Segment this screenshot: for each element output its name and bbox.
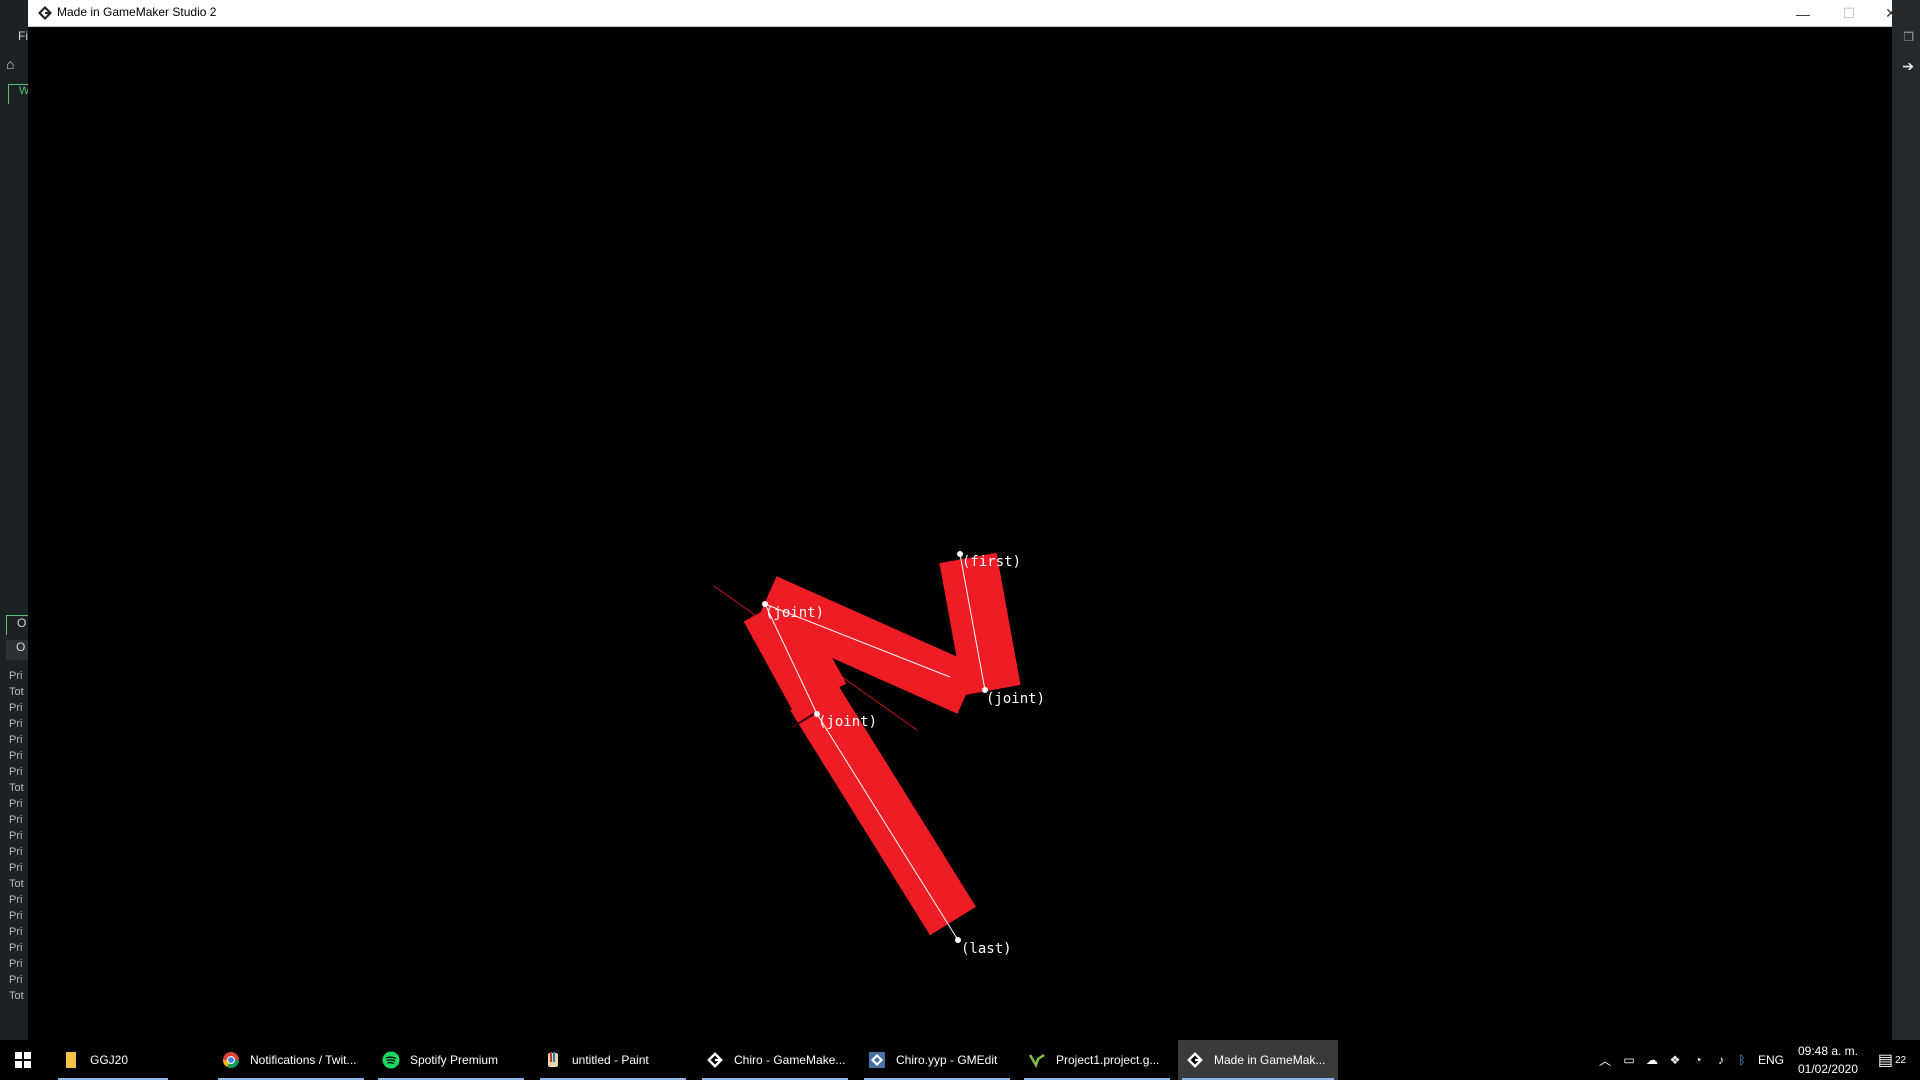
arrow-icon: ➔ bbox=[1902, 58, 1914, 74]
start-button[interactable] bbox=[0, 1040, 46, 1080]
minimize-button[interactable]: — bbox=[1780, 0, 1826, 27]
taskbar-item-label: untitled - Paint bbox=[572, 1053, 649, 1067]
log-line: Pri bbox=[9, 942, 23, 954]
taskbar-clock[interactable]: 09:48 a. m. 01/02/2020 bbox=[1788, 1042, 1868, 1078]
log-line: Pri bbox=[9, 718, 23, 730]
log-line: Pri bbox=[9, 670, 23, 682]
output-subtab-fragment: O bbox=[6, 640, 28, 660]
log-line: Pri bbox=[9, 974, 23, 986]
gamemaker-icon bbox=[38, 6, 52, 20]
log-line: Pri bbox=[9, 750, 23, 762]
spotify-icon bbox=[382, 1051, 400, 1069]
taskbar-item-label: Chiro - GameMake... bbox=[734, 1053, 846, 1067]
taskbar: GGJ20 Notifications / Twit... Spotify Pr… bbox=[0, 1040, 1920, 1080]
maximize-button[interactable]: ☐ bbox=[1826, 0, 1872, 27]
taskbar-item-label: Made in GameMak... bbox=[1214, 1053, 1326, 1067]
workspace-tab-fragment: W bbox=[8, 84, 29, 104]
minimize-icon: — bbox=[1796, 5, 1810, 22]
taskbar-item-gamemaker[interactable]: Chiro - GameMake... bbox=[698, 1040, 852, 1080]
taskbar-item-label: Notifications / Twit... bbox=[250, 1053, 357, 1067]
output-tab-fragment: O bbox=[6, 615, 28, 635]
log-line: Pri bbox=[9, 798, 23, 810]
taskbar-item-label: Project1.project.g... bbox=[1056, 1053, 1160, 1067]
log-line: Tot bbox=[9, 990, 24, 1002]
taskbar-item-spotify[interactable]: Spotify Premium bbox=[374, 1040, 528, 1080]
log-line: Pri bbox=[9, 702, 23, 714]
label-first: (first) bbox=[962, 554, 1021, 570]
language-indicator[interactable]: ENG bbox=[1752, 1040, 1790, 1080]
label-last: (last) bbox=[961, 941, 1012, 957]
windows-icon bbox=[15, 1052, 31, 1068]
show-hidden-icons-button[interactable]: ︿ bbox=[1594, 1040, 1616, 1080]
window-titlebar[interactable]: Made in GameMaker Studio 2 — ☐ ✕ bbox=[28, 0, 1897, 27]
taskbar-item-label: Chiro.yyp - GMEdit bbox=[896, 1053, 998, 1067]
log-line: Pri bbox=[9, 910, 23, 922]
label-joint-1: (joint) bbox=[765, 605, 824, 621]
network-icon[interactable]: ◔ bbox=[1687, 1040, 1709, 1080]
chevron-up-icon: ︿ bbox=[1598, 1053, 1611, 1068]
chrome-icon bbox=[222, 1052, 240, 1069]
log-line: Pri bbox=[9, 862, 23, 874]
log-line: Pri bbox=[9, 814, 23, 826]
taskbar-item-chrome[interactable]: Notifications / Twit... bbox=[214, 1040, 368, 1080]
menu-fragment: Fi bbox=[18, 29, 28, 43]
taskbar-item-project[interactable]: Project1.project.g... bbox=[1020, 1040, 1174, 1080]
window-title: Made in GameMaker Studio 2 bbox=[57, 5, 217, 19]
taskbar-item-label: GGJ20 bbox=[90, 1053, 129, 1067]
gmedit-icon bbox=[869, 1052, 885, 1068]
gamemaker-icon bbox=[1187, 1052, 1203, 1068]
taskbar-item-gmedit[interactable]: Chiro.yyp - GMEdit bbox=[860, 1040, 1014, 1080]
maximize-icon: ☐ bbox=[1842, 5, 1856, 21]
output-log-fragments: Pri Tot Pri Pri Pri Pri Pri Tot Pri Pri Pri Pri Pri T… bbox=[9, 668, 28, 1004]
restore-icon: ❐ bbox=[1903, 30, 1914, 44]
notification-icon: ▤ bbox=[1877, 1052, 1893, 1069]
log-line: Pri bbox=[9, 894, 23, 906]
ik-chain-drawing: (first) (joint) (joint) (joint) (last) bbox=[713, 551, 1045, 957]
log-line: Tot bbox=[9, 878, 24, 890]
bone-line-4 bbox=[816, 713, 959, 941]
clock-date: 01/02/2020 bbox=[1797, 1062, 1859, 1076]
label-joint-3: (joint) bbox=[818, 714, 877, 730]
label-joint-2: (joint) bbox=[986, 691, 1045, 707]
taskbar-item-paint[interactable]: untitled - Paint bbox=[536, 1040, 690, 1080]
background-ide-right-edge: ❐ ➔ bbox=[1892, 0, 1920, 1040]
dropbox-icon[interactable]: ❖ bbox=[1664, 1040, 1686, 1080]
log-line: Tot bbox=[9, 686, 24, 698]
background-ide-left-edge: Fi ⌂ W O O Pri Tot Pri Pri Pri Pri Pri Tot Pri Pr… bbox=[0, 0, 29, 1040]
taskbar-item-label: Spotify Premium bbox=[410, 1053, 499, 1067]
log-line: Pri bbox=[9, 926, 23, 938]
notifications-button[interactable]: ▤ 22 bbox=[1870, 1040, 1914, 1080]
bluetooth-icon[interactable]: ᛒ bbox=[1733, 1040, 1751, 1080]
project-icon bbox=[1028, 1053, 1045, 1068]
log-line: Tot bbox=[9, 782, 24, 794]
paint-icon bbox=[548, 1052, 558, 1067]
battery-icon[interactable]: ▭ bbox=[1618, 1040, 1640, 1080]
log-line: Pri bbox=[9, 846, 23, 858]
home-icon: ⌂ bbox=[6, 56, 15, 72]
taskbar-item-ggj20[interactable]: GGJ20 bbox=[54, 1040, 172, 1080]
gamemaker-icon bbox=[707, 1052, 723, 1068]
taskbar-item-game-window[interactable]: Made in GameMak... bbox=[1178, 1040, 1338, 1080]
game-window: Made in GameMaker Studio 2 — ☐ ✕ (first)… bbox=[28, 0, 1897, 1040]
close-icon: ✕ bbox=[1885, 5, 1897, 21]
log-line: Pri bbox=[9, 734, 23, 746]
close-button[interactable]: ✕ bbox=[1868, 0, 1914, 27]
volume-icon[interactable]: ♪ bbox=[1710, 1040, 1732, 1080]
log-line: Pri bbox=[9, 958, 23, 970]
notification-count: 22 bbox=[1895, 1054, 1907, 1066]
log-line: Pri bbox=[9, 830, 23, 842]
folder-icon bbox=[66, 1052, 76, 1068]
game-canvas[interactable]: (first) (joint) (joint) (joint) (last) bbox=[28, 28, 1892, 1040]
log-line: Pri bbox=[9, 766, 23, 778]
cloud-icon[interactable]: ☁ bbox=[1641, 1040, 1663, 1080]
clock-time: 09:48 a. m. bbox=[1797, 1044, 1859, 1058]
